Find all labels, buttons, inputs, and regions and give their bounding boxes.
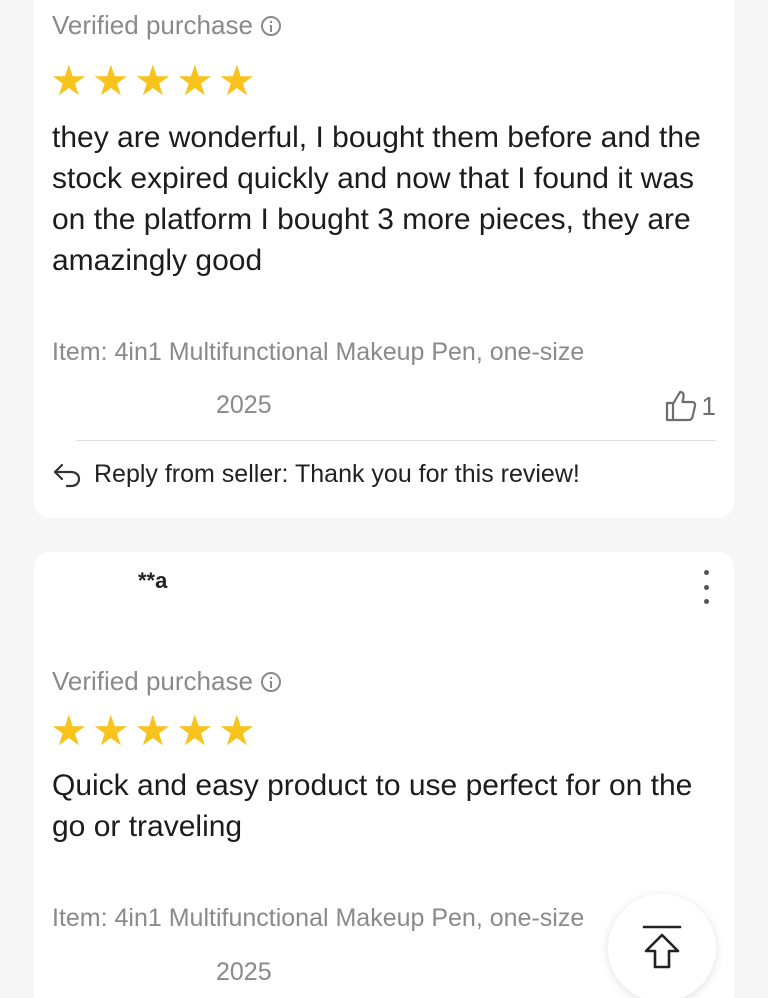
more-vertical-icon <box>703 570 709 575</box>
star-rating: ★ ★ ★ ★ ★ <box>50 706 256 755</box>
star-icon: ★ <box>176 56 214 105</box>
review-date: 2025 <box>216 391 272 419</box>
helpful-button[interactable]: 1 <box>664 390 716 422</box>
item-variant[interactable]: Item: 4in1 Multifunctional Makeup Pen, o… <box>52 904 584 933</box>
star-icon: ★ <box>92 56 130 105</box>
helpful-count: 1 <box>701 390 716 421</box>
info-icon[interactable] <box>260 15 281 36</box>
review-date: 2025 <box>216 958 272 986</box>
seller-reply: Reply from seller: Thank you for this re… <box>52 460 580 489</box>
reviews-page: Verified purchase ★ ★ ★ ★ ★ they are won… <box>0 0 768 998</box>
star-icon: ★ <box>176 706 214 755</box>
reviewer-name: **a <box>138 568 168 593</box>
verified-purchase-text: Verified purchase <box>52 666 253 696</box>
review-text: Quick and easy product to use perfect fo… <box>52 769 693 843</box>
star-icon: ★ <box>50 56 88 105</box>
star-icon: ★ <box>134 706 172 755</box>
verified-purchase-text: Verified purchase <box>52 10 253 40</box>
star-icon: ★ <box>92 706 130 755</box>
verified-purchase-label: Verified purchase <box>52 666 281 697</box>
review-card: Verified purchase ★ ★ ★ ★ ★ they are won… <box>34 0 734 518</box>
thumbs-up-icon <box>665 390 696 422</box>
back-to-top-button[interactable] <box>608 894 716 998</box>
star-rating: ★ ★ ★ ★ ★ <box>50 56 256 105</box>
reply-arrow-icon <box>53 463 81 487</box>
item-variant[interactable]: Item: 4in1 Multifunctional Makeup Pen, o… <box>52 338 584 367</box>
info-icon[interactable] <box>260 671 281 692</box>
seller-reply-text: Reply from seller: Thank you for this re… <box>94 460 580 488</box>
divider <box>76 440 716 441</box>
star-icon: ★ <box>50 706 88 755</box>
star-icon: ★ <box>218 56 256 105</box>
star-icon: ★ <box>218 706 256 755</box>
verified-purchase-label: Verified purchase <box>52 10 281 41</box>
star-icon: ★ <box>134 56 172 105</box>
review-text: they are wonderful, I bought them before… <box>52 121 701 277</box>
more-options-button[interactable] <box>700 570 712 604</box>
back-to-top-icon <box>642 925 682 969</box>
